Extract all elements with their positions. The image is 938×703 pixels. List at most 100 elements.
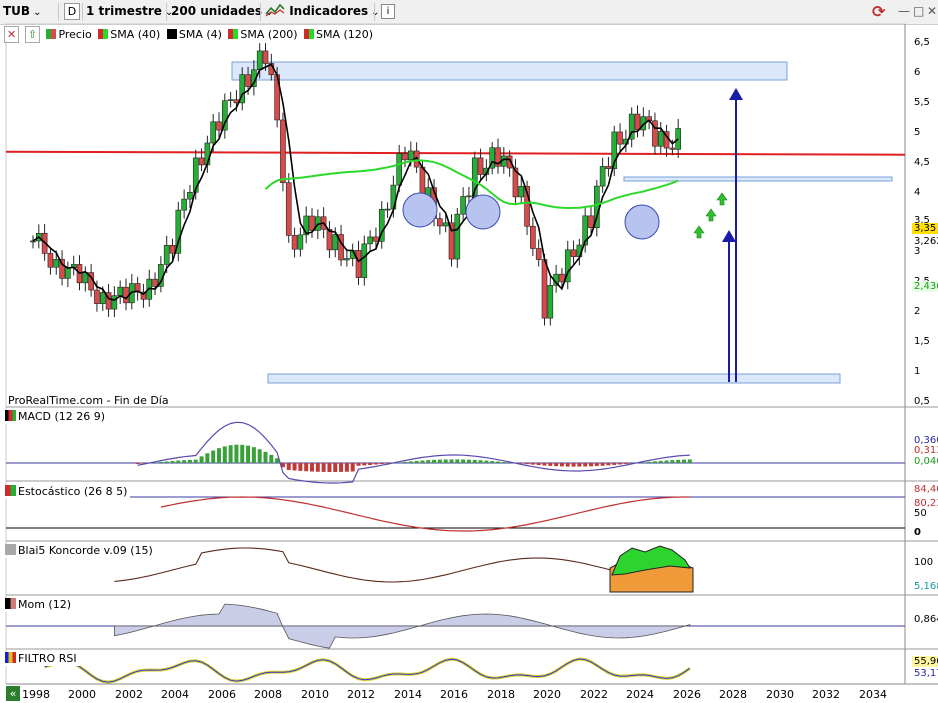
macd-histogram-bar [321, 463, 326, 472]
candle [123, 286, 129, 304]
candle [187, 191, 193, 200]
macd-histogram-bar [286, 463, 291, 470]
sma4-line [32, 63, 679, 301]
candle [535, 248, 542, 260]
macd-histogram-bar [641, 462, 646, 463]
candle [30, 240, 36, 243]
x-tick: 2016 [440, 688, 468, 701]
mom-label-text: Mom (12) [18, 598, 72, 611]
macd-histogram-bar [193, 459, 198, 463]
candle [152, 278, 158, 287]
chart-frame [5, 23, 906, 685]
price-tick: 5 [914, 127, 921, 138]
legend-sma4-label: SMA (4) [178, 28, 222, 41]
x-tick: 2002 [115, 688, 143, 701]
macd-histogram-bar [304, 463, 309, 472]
macd-histogram-bar [251, 447, 256, 463]
candle [384, 208, 391, 211]
chart-legend: ✕ ⇧ Precio SMA (40) SMA (4) SMA (200) SM… [4, 26, 376, 43]
x-tick: 2018 [487, 688, 515, 701]
koncorde-swatch [5, 544, 16, 555]
legend-close-icon[interactable]: ✕ [4, 26, 20, 43]
macd-histogram-bar [426, 460, 431, 463]
macd-histogram-bar [682, 459, 686, 463]
sma40-tag: 2,436 [912, 281, 938, 292]
scroll-left-button[interactable]: « [6, 686, 20, 701]
mom-swatch [5, 598, 16, 609]
pattern-circle [624, 204, 660, 240]
sma120-swatch [304, 29, 314, 39]
macd-histogram-bar [589, 463, 593, 467]
rsi-tag: 55,96 [912, 656, 938, 667]
price-chart[interactable] [0, 0, 938, 703]
resistance-line [5, 150, 906, 156]
price-tick: 0,5 [914, 396, 930, 407]
koncorde-pane-label[interactable]: Blai5 Koncorde v.09 (15) [4, 544, 156, 558]
candle [518, 185, 525, 198]
macd-histogram-bar [577, 463, 582, 467]
price-swatch [46, 29, 57, 39]
macd-histogram-bar [536, 463, 541, 466]
rsi-pane-label[interactable]: FILTRO RSI [4, 652, 80, 666]
koncorde-tag: 5,168 [914, 581, 938, 592]
sma40-swatch [98, 29, 109, 39]
macd-histogram-bar [408, 461, 413, 463]
macd-histogram-bar [530, 463, 535, 465]
candle [675, 128, 681, 150]
x-tick: 2034 [859, 688, 887, 701]
macd-histogram-bar [298, 463, 303, 471]
green-up-arrow [705, 208, 717, 222]
candle [547, 285, 554, 319]
stoch-k-tag: 84,40 [914, 484, 938, 495]
macd-histogram-bar [246, 445, 251, 463]
bottom-support-zone [267, 373, 841, 384]
macd-histogram-bar [205, 453, 210, 463]
last-price-tag: 3,35 [912, 223, 938, 234]
koncorde-tick: 100 [914, 557, 934, 568]
candle [227, 99, 234, 101]
macd-histogram-bar [571, 463, 576, 467]
macd-histogram-bar [612, 463, 617, 465]
rsi-tag-2: 53,17 [914, 668, 938, 679]
price-tick: 1,5 [914, 336, 930, 347]
target-arrowhead [722, 230, 736, 242]
rsi-label-text: FILTRO RSI [18, 652, 77, 665]
legend-sma120[interactable]: SMA (120) [303, 27, 373, 42]
legend-sma4[interactable]: SMA (4) [166, 27, 222, 42]
macd-histogram-bar [652, 461, 657, 463]
macd-histogram-bar [583, 463, 588, 467]
candle [169, 245, 176, 254]
macd-histogram-bar [187, 459, 192, 463]
stoch-pane-label[interactable]: Estocástico (26 8 5) [4, 485, 131, 499]
legend-price[interactable]: Precio [45, 27, 92, 42]
legend-sma120-label: SMA (120) [316, 28, 374, 41]
mom-pane-label[interactable]: Mom (12) [4, 598, 75, 612]
macd-histogram-bar [676, 459, 681, 463]
macd-histogram-bar [554, 463, 559, 467]
mom-area [113, 603, 691, 649]
macd-pane-label[interactable]: MACD (12 26 9) [4, 410, 109, 424]
macd-histogram-bar [240, 444, 245, 463]
price-tick: 4 [914, 187, 921, 198]
candle [53, 259, 60, 268]
candle [442, 222, 449, 227]
candle [309, 215, 315, 231]
macd-histogram-bar [472, 459, 477, 463]
candle [373, 236, 379, 242]
legend-expand-icon[interactable]: ⇧ [24, 26, 40, 43]
macd-histogram-bar [490, 461, 495, 463]
candle [181, 198, 187, 211]
legend-sma40[interactable]: SMA (40) [97, 27, 160, 42]
candle [361, 243, 368, 278]
macd-histogram-bar [350, 463, 355, 472]
candle [669, 147, 676, 150]
candle [477, 157, 484, 175]
green-up-arrow [716, 192, 728, 206]
legend-sma200[interactable]: SMA (200) [227, 27, 298, 42]
macd-histogram-bar [420, 460, 425, 463]
x-tick: 2028 [719, 688, 747, 701]
macd-histogram-bar [443, 459, 448, 463]
macd-histogram-bar [466, 459, 471, 463]
candle [326, 229, 333, 251]
price-tick: 1 [914, 366, 921, 377]
